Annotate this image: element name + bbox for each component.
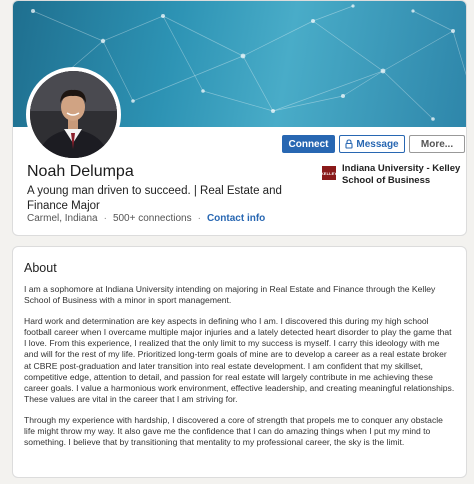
about-paragraph: Hard work and determination are key aspe… bbox=[24, 316, 455, 404]
message-button-label: Message bbox=[356, 138, 399, 150]
more-actions-button[interactable]: More... bbox=[409, 135, 465, 153]
connect-button[interactable]: Connect bbox=[282, 135, 335, 153]
profile-location: Carmel, Indiana bbox=[27, 213, 98, 224]
connect-button-label: Connect bbox=[288, 138, 329, 150]
about-paragraph: I am a sophomore at Indiana University i… bbox=[24, 284, 436, 306]
profile-photo-image bbox=[30, 71, 117, 158]
about-heading: About bbox=[24, 261, 57, 275]
separator-dot: · bbox=[197, 213, 201, 224]
lock-icon bbox=[345, 139, 353, 149]
profile-photo[interactable] bbox=[26, 67, 121, 162]
more-button-label: More... bbox=[420, 138, 454, 150]
kelley-school-logo[interactable]: KELLEY bbox=[320, 166, 338, 180]
education-school-name[interactable]: Indiana University - Kelley School of Bu… bbox=[342, 163, 466, 187]
profile-name: Noah Delumpa bbox=[27, 163, 134, 180]
profile-meta: Carmel, Indiana · 500+ connections · Con… bbox=[27, 213, 265, 224]
kelley-logo-text: KELLEY bbox=[320, 170, 338, 176]
profile-card: Connect Message More... Noah Delumpa A y… bbox=[12, 0, 467, 236]
connections-count[interactable]: 500+ connections bbox=[113, 213, 192, 224]
contact-info-link[interactable]: Contact info bbox=[207, 213, 265, 224]
about-section: About I am a sophomore at Indiana Univer… bbox=[12, 246, 467, 478]
message-button[interactable]: Message bbox=[339, 135, 405, 153]
separator-dot: · bbox=[103, 213, 107, 224]
about-paragraph: Through my experience with hardship, I d… bbox=[24, 414, 443, 448]
profile-headline: A young man driven to succeed. | Real Es… bbox=[27, 185, 282, 212]
